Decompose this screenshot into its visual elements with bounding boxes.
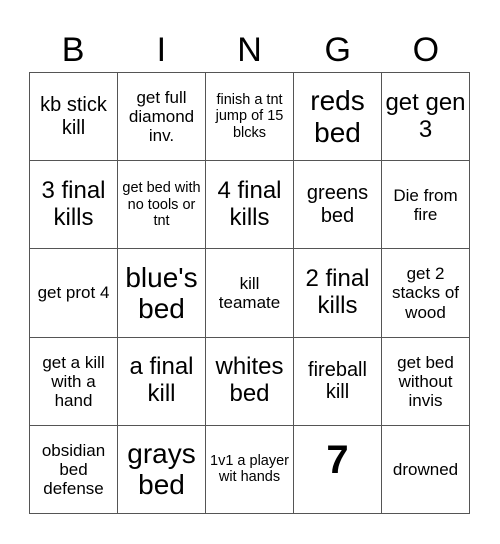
header-letter-b: B: [61, 31, 85, 69]
bingo-header: B I N G O: [29, 28, 470, 72]
bingo-cell[interactable]: whites bed: [206, 337, 294, 426]
bingo-cell[interactable]: reds bed: [294, 73, 382, 162]
bingo-cell[interactable]: kill teamate: [206, 249, 294, 338]
bingo-cell[interactable]: get bed without invis: [382, 337, 470, 426]
bingo-cell[interactable]: blue's bed: [118, 249, 206, 338]
bingo-cell[interactable]: kb stick kill: [30, 73, 118, 162]
bingo-cell[interactable]: fireball kill: [294, 337, 382, 426]
bingo-cell[interactable]: greens bed: [294, 161, 382, 250]
bingo-cell[interactable]: get full diamond inv.: [118, 73, 206, 162]
header-letter-n: N: [237, 31, 262, 69]
bingo-cell[interactable]: obsidian bed defense: [30, 425, 118, 514]
bingo-cell[interactable]: 3 final kills: [30, 161, 118, 250]
bingo-cell[interactable]: get bed with no tools or tnt: [118, 161, 206, 250]
bingo-cell-free[interactable]: 7: [294, 425, 382, 514]
bingo-cell[interactable]: finish a tnt jump of 15 blcks: [206, 73, 294, 162]
bingo-cell[interactable]: get gen 3: [382, 73, 470, 162]
bingo-cell[interactable]: grays bed: [118, 425, 206, 514]
bingo-cell[interactable]: 2 final kills: [294, 249, 382, 338]
header-letter-i: I: [156, 31, 167, 69]
header-letter-g: G: [324, 31, 351, 69]
bingo-cell[interactable]: Die from fire: [382, 161, 470, 250]
header-letter-o: O: [412, 31, 440, 69]
bingo-cell[interactable]: 4 final kills: [206, 161, 294, 250]
bingo-cell[interactable]: get a kill with a hand: [30, 337, 118, 426]
bingo-cell[interactable]: get prot 4: [30, 249, 118, 338]
bingo-cell[interactable]: 1v1 a player wit hands: [206, 425, 294, 514]
bingo-board: kb stick kill get full diamond inv. finish…: [29, 72, 470, 514]
bingo-cell[interactable]: a final kill: [118, 337, 206, 426]
bingo-cell[interactable]: drowned: [382, 425, 470, 514]
bingo-cell[interactable]: get 2 stacks of wood: [382, 249, 470, 338]
